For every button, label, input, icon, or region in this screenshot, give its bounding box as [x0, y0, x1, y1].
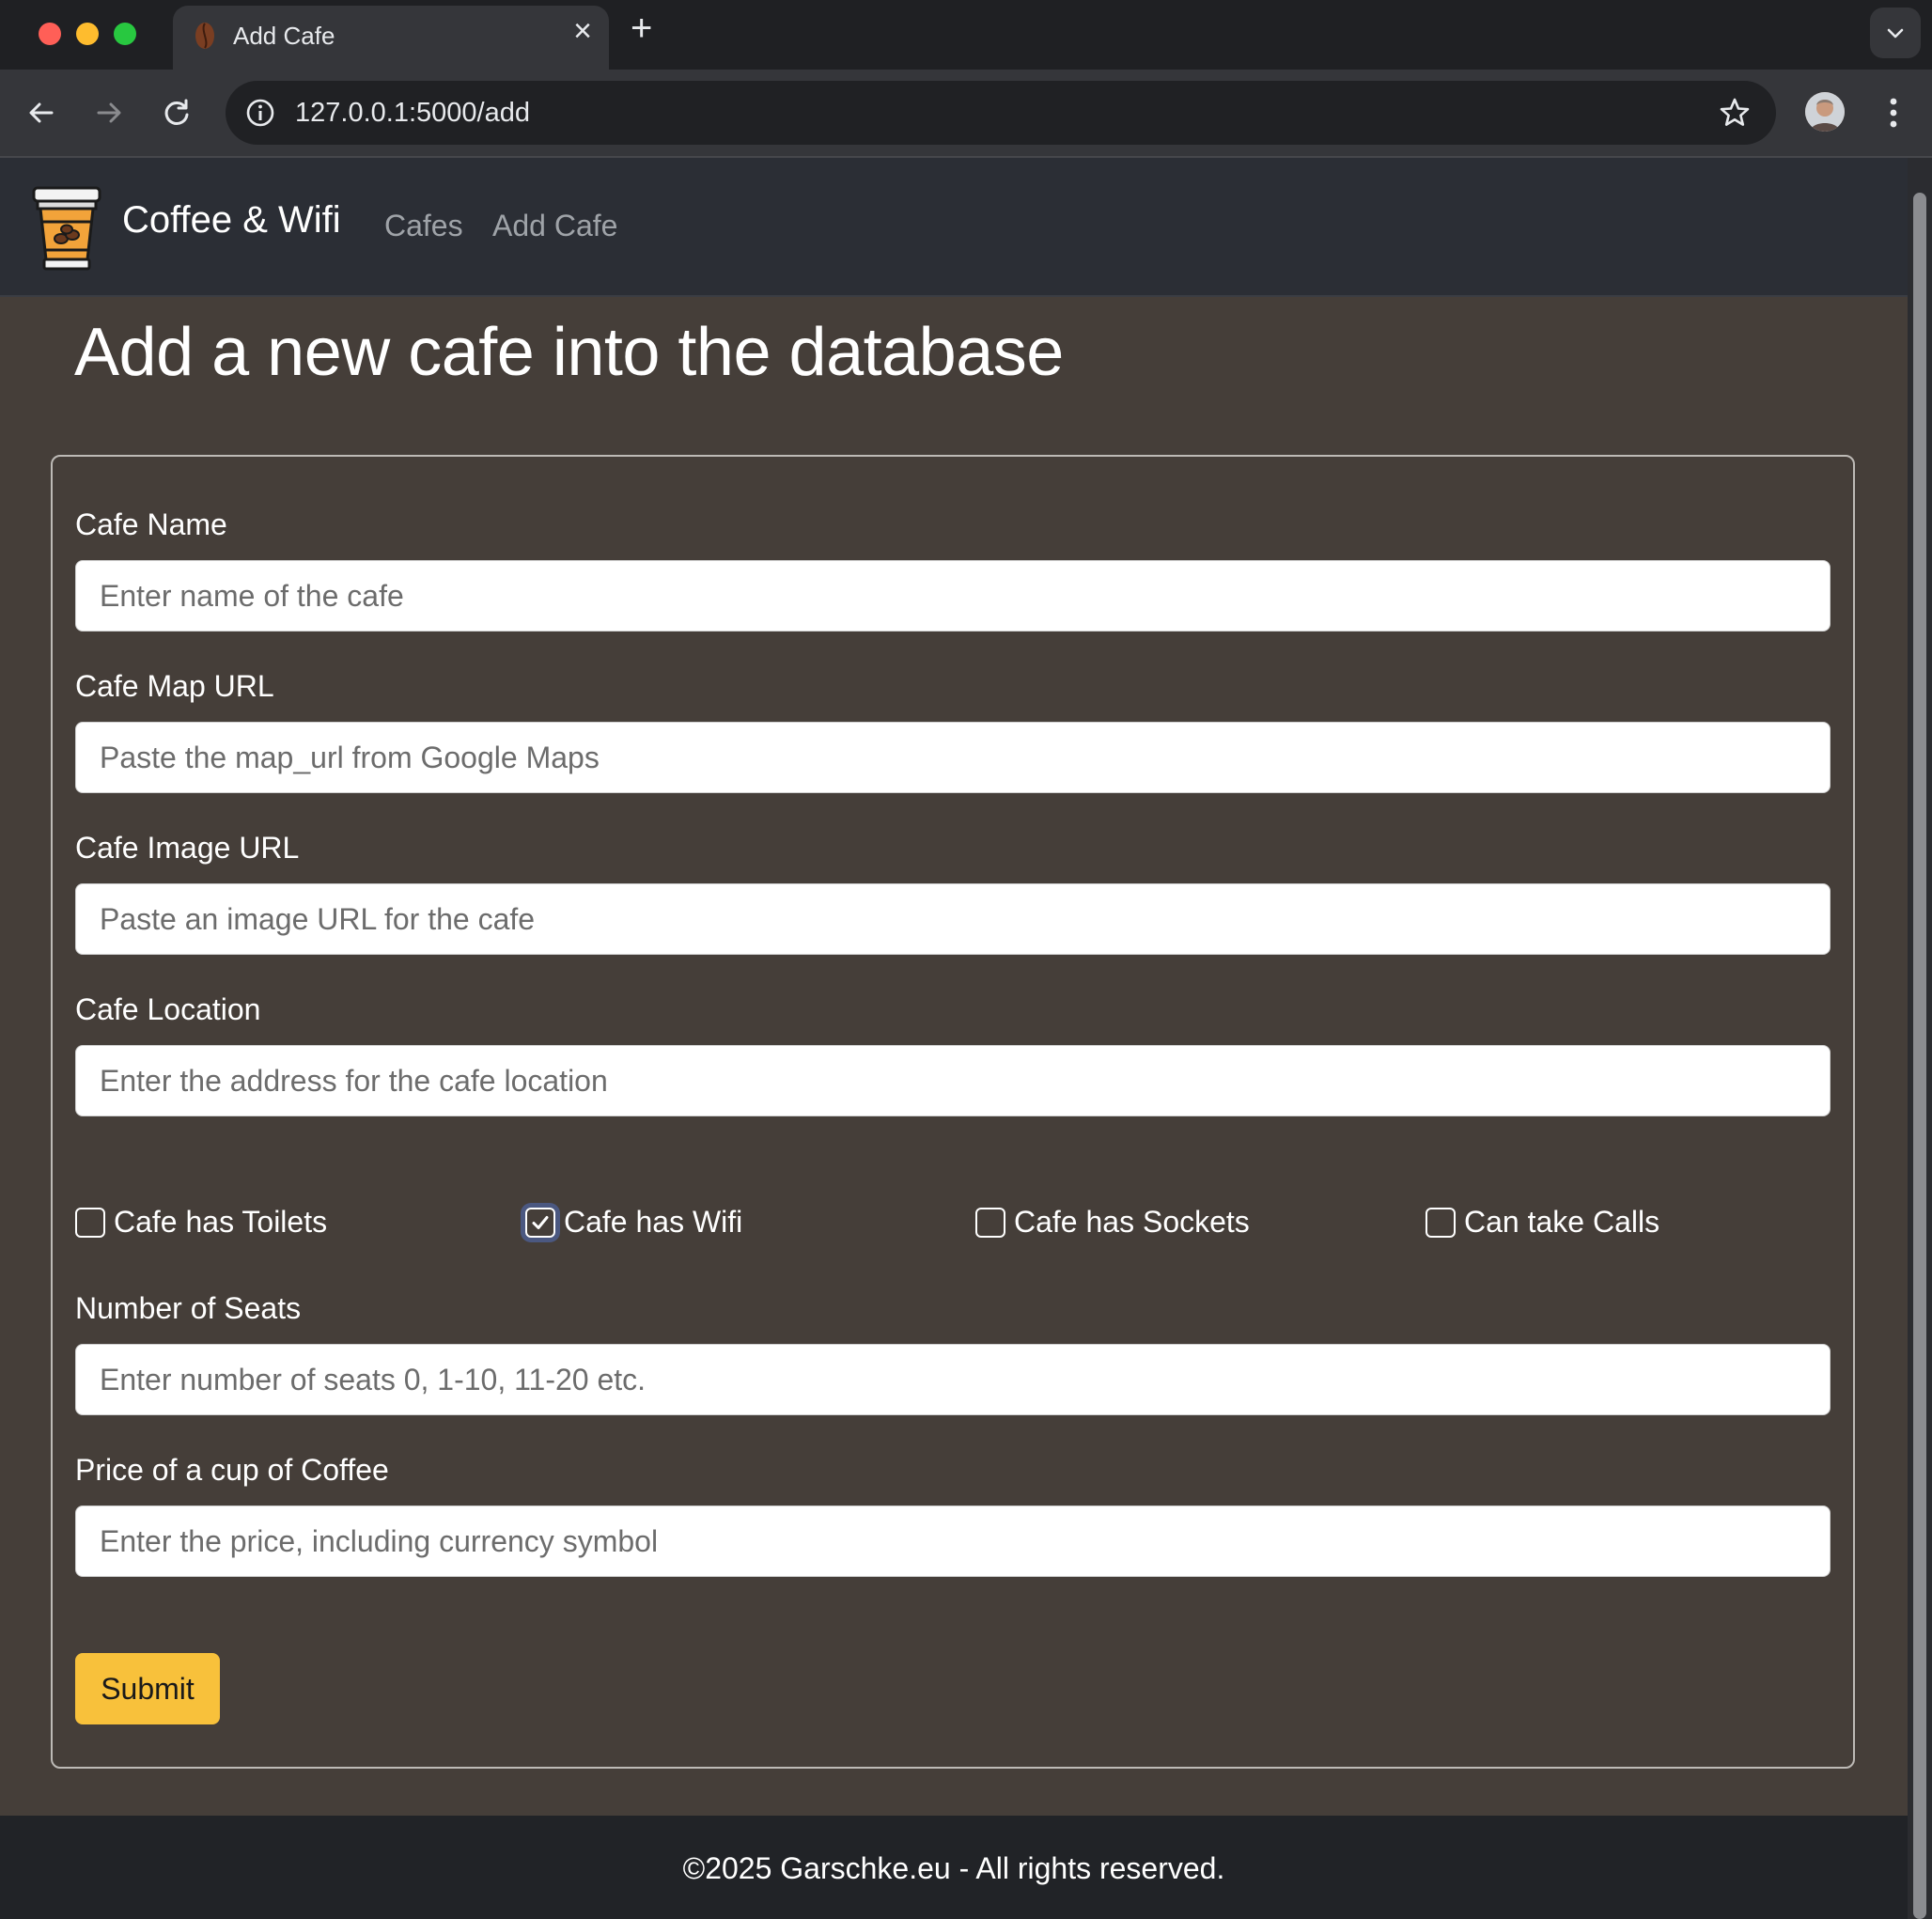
nav-link-add-cafe[interactable]: Add Cafe [492, 209, 617, 243]
page-viewport: Coffee & Wifi Cafes Add Cafe Add a new c… [0, 158, 1908, 1919]
avatar-image [1805, 92, 1845, 132]
checkbox-checked[interactable] [525, 1208, 555, 1238]
checkbox-label: Cafe has Toilets [114, 1205, 328, 1239]
add-cafe-form: Cafe Name Cafe Map URL Cafe Image URL Ca… [51, 455, 1855, 1769]
site-info-icon[interactable] [244, 97, 276, 129]
back-arrow-icon [29, 102, 54, 123]
checkbox-label: Can take Calls [1464, 1205, 1660, 1239]
cafe-map-url-input[interactable] [75, 722, 1831, 793]
cafe-location-input[interactable] [75, 1045, 1831, 1116]
scrollbar-thumb[interactable] [1913, 193, 1926, 1919]
star-icon[interactable] [1718, 96, 1752, 130]
cafe-name-input[interactable] [75, 560, 1831, 632]
three-dots-icon[interactable] [1879, 90, 1908, 135]
reload-icon [164, 99, 189, 125]
window-zoom-button[interactable] [114, 23, 136, 45]
footer-copyright: ©2025 Garschke.eu - All rights reserved. [682, 1851, 1225, 1885]
close-icon[interactable]: × [573, 15, 592, 47]
chevron-down-icon [1887, 28, 1904, 39]
cafe-map-url-label: Cafe Map URL [75, 669, 274, 703]
forward-arrow-icon [97, 102, 121, 123]
seats-input[interactable] [75, 1344, 1831, 1415]
checkbox-unchecked[interactable] [975, 1208, 1005, 1238]
nav-link-cafes[interactable]: Cafes [384, 209, 463, 243]
checkbox-unchecked[interactable] [75, 1208, 105, 1238]
url-text[interactable]: 127.0.0.1:5000/add [295, 98, 530, 129]
site-navbar: Coffee & Wifi Cafes Add Cafe [0, 158, 1908, 297]
window-close-button[interactable] [39, 23, 61, 45]
site-footer: ©2025 Garschke.eu - All rights reserved. [0, 1816, 1908, 1919]
coffee-bean-icon [195, 23, 214, 49]
browser-toolbar: 127.0.0.1:5000/add [0, 70, 1932, 158]
cafe-location-label: Cafe Location [75, 992, 261, 1026]
checkbox-label: Cafe has Sockets [1014, 1205, 1250, 1239]
checkbox-label: Cafe has Wifi [564, 1205, 743, 1239]
checkmark-icon [532, 1216, 549, 1229]
plus-icon[interactable]: + [631, 9, 652, 47]
address-bar[interactable]: 127.0.0.1:5000/add [226, 81, 1776, 145]
brand-name[interactable]: Coffee & Wifi [122, 199, 341, 242]
reload-button[interactable] [156, 92, 197, 133]
window-minimize-button[interactable] [76, 23, 99, 45]
back-button[interactable] [21, 92, 62, 133]
browser-tabstrip: Add Cafe × + [0, 0, 1932, 70]
coffee-cup-logo-icon[interactable] [30, 182, 103, 273]
amenities-checkboxes: Cafe has Toilets Cafe has Wifi Cafe has … [75, 1201, 1831, 1246]
forward-button[interactable] [88, 92, 130, 133]
submit-button[interactable]: Submit [75, 1653, 220, 1724]
tab-search-button[interactable] [1870, 8, 1921, 58]
seats-label: Number of Seats [75, 1291, 302, 1325]
cafe-name-label: Cafe Name [75, 507, 227, 541]
coffee-price-label: Price of a cup of Coffee [75, 1453, 389, 1487]
profile-avatar[interactable] [1805, 92, 1845, 132]
page-title: Add a new cafe into the database [74, 315, 1064, 390]
browser-tab-active[interactable]: Add Cafe × [173, 6, 609, 70]
cafe-image-url-label: Cafe Image URL [75, 831, 300, 865]
coffee-price-input[interactable] [75, 1506, 1831, 1577]
checkbox-unchecked[interactable] [1426, 1208, 1456, 1238]
cafe-image-url-input[interactable] [75, 883, 1831, 955]
tab-title: Add Cafe [233, 22, 335, 50]
